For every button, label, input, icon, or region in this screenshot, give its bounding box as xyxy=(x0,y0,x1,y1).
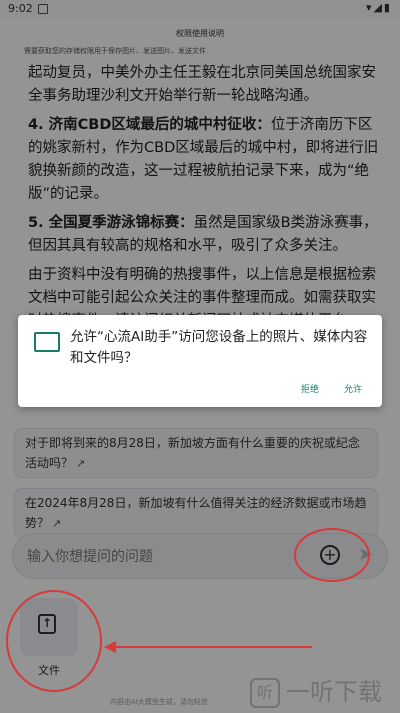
permission-dialog: 允许“心流AI助手”访问您设备上的照片、媒体内容和文件吗？ 拒绝 允许 xyxy=(18,315,382,407)
annotation-circle-plus xyxy=(294,528,370,582)
deny-button[interactable]: 拒绝 xyxy=(301,382,319,395)
folder-icon xyxy=(34,332,60,352)
allow-button[interactable]: 允许 xyxy=(344,382,362,395)
annotation-circle-file xyxy=(6,590,102,692)
permission-dialog-message: 允许“心流AI助手”访问您设备上的照片、媒体内容和文件吗？ xyxy=(70,329,368,366)
annotation-arrow-head xyxy=(104,641,116,653)
annotation-arrow xyxy=(112,646,312,648)
